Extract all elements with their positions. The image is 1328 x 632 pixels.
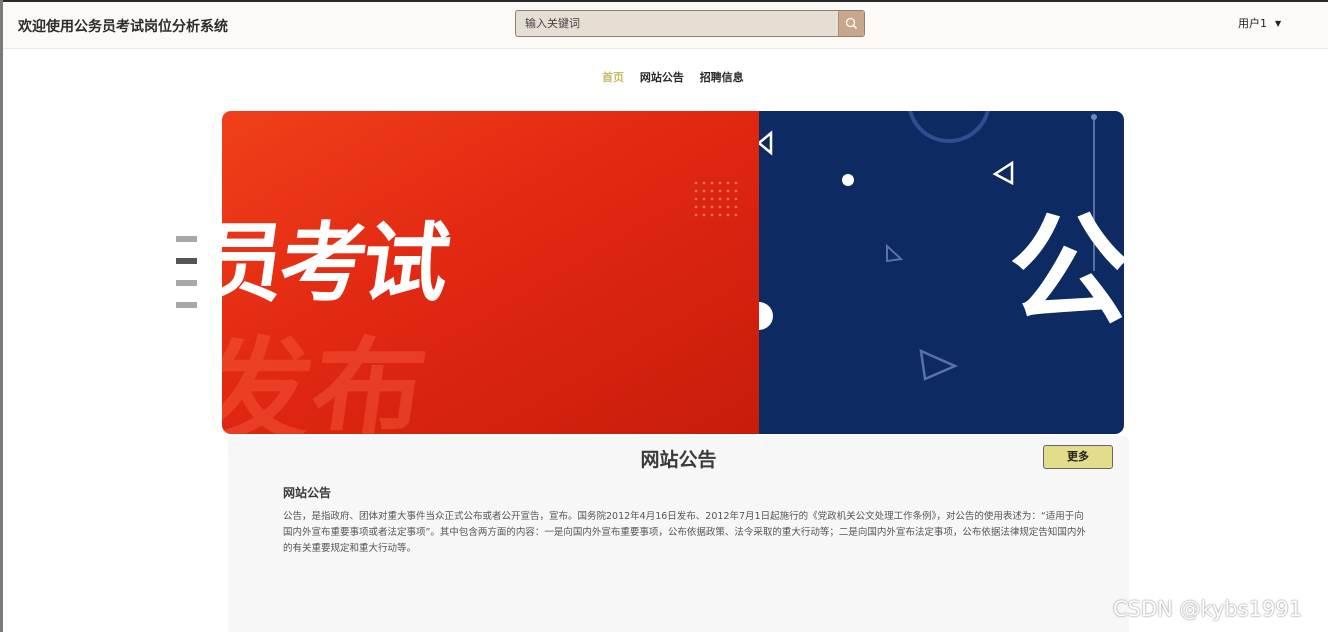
carousel-indicator[interactable] <box>176 302 197 308</box>
carousel-indicator[interactable] <box>176 236 197 242</box>
search-box <box>515 10 865 37</box>
main-nav: 首页 网站公告 招聘信息 <box>602 69 756 85</box>
banner-blue-panel: 公 <box>759 111 1124 434</box>
watermark: CSDN @kybs1991 <box>1113 597 1303 621</box>
top-header: 欢迎使用公务员考试岗位分析系统 用户1 ▼ <box>3 2 1328 49</box>
carousel-indicator[interactable] <box>176 258 197 264</box>
nav-home[interactable]: 首页 <box>602 69 624 85</box>
announcement-section: 网站公告 更多 网站公告 公告，是指政府、团体对重大事件当众正式公布或者公开宣告… <box>228 436 1129 632</box>
search-button[interactable] <box>838 11 864 36</box>
banner-red-panel: 发布 员考试 <box>222 111 759 434</box>
banner-right-character: 公 <box>1009 202 1124 341</box>
banner-ghost-text: 发布 <box>222 327 434 434</box>
carousel-banner[interactable]: 发布 员考试 公 <box>222 111 1124 434</box>
section-title: 网站公告 <box>640 449 717 471</box>
user-name: 用户1 <box>1238 17 1267 30</box>
carousel-indicator[interactable] <box>176 280 197 286</box>
nav-announcements[interactable]: 网站公告 <box>640 69 684 85</box>
announcement-item-title[interactable]: 网站公告 <box>283 484 331 501</box>
user-menu[interactable]: 用户1 ▼ <box>1238 15 1281 31</box>
window-left-border <box>0 0 3 632</box>
more-button[interactable]: 更多 <box>1043 445 1113 469</box>
banner-dot-pattern <box>692 179 742 219</box>
caret-down-icon: ▼ <box>1275 19 1282 28</box>
site-title: 欢迎使用公务员考试岗位分析系统 <box>18 19 228 35</box>
carousel-indicators <box>176 236 197 324</box>
announcement-item-body: 公告，是指政府、团体对重大事件当众正式公布或者公开宣告，宣布。国务院2012年4… <box>283 511 1086 554</box>
banner-headline: 员考试 <box>222 214 452 314</box>
search-icon <box>845 17 858 30</box>
nav-jobs[interactable]: 招聘信息 <box>700 69 744 85</box>
search-input[interactable] <box>516 11 838 36</box>
